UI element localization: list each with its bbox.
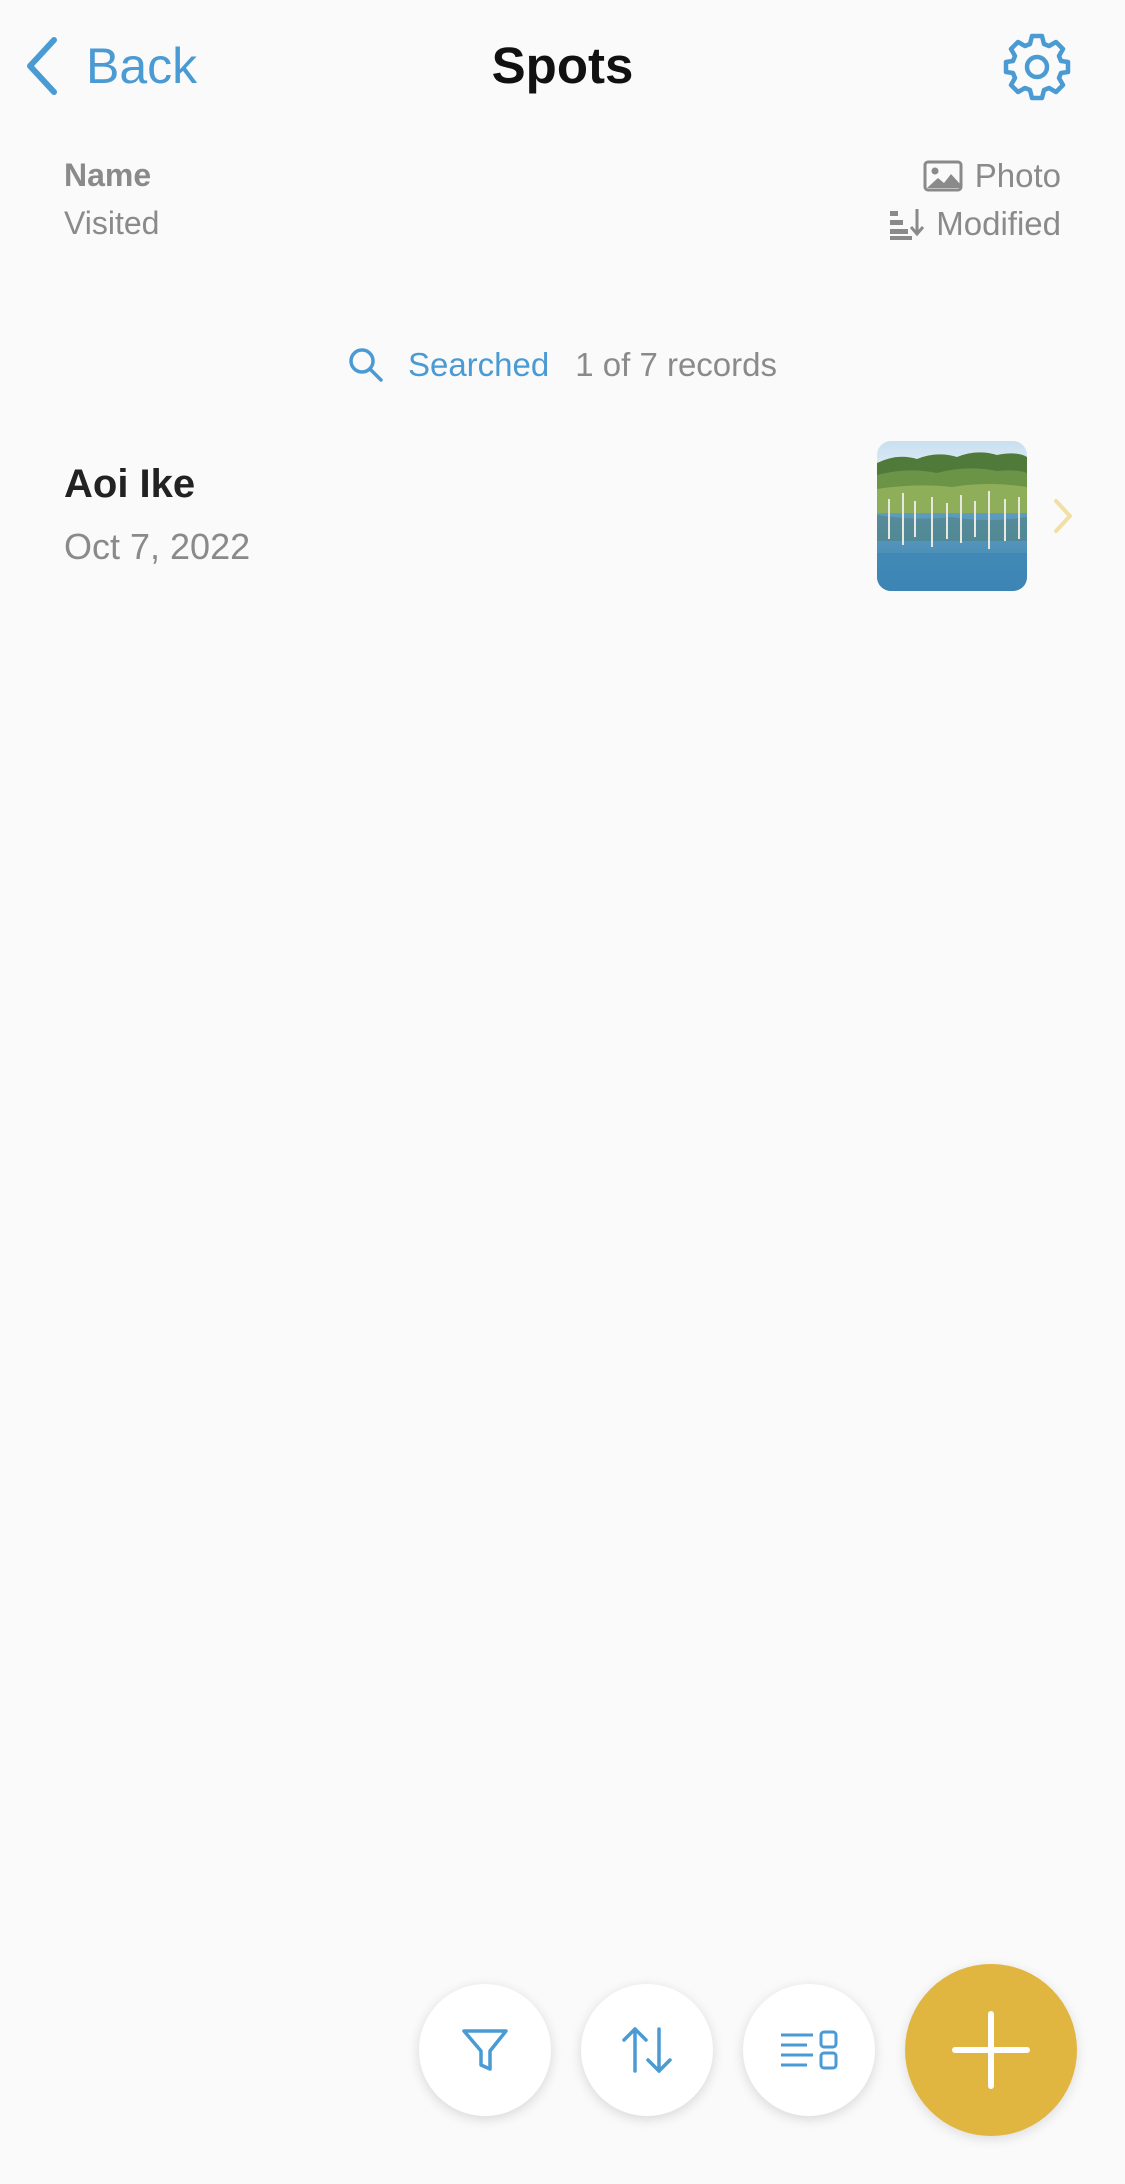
photo-field-label: Photo	[974, 157, 1061, 194]
record-date: Oct 7, 2022	[64, 526, 251, 567]
chevron-right-icon	[1054, 499, 1072, 533]
plus-icon	[952, 2011, 1030, 2089]
secondary-field-label: Visited	[64, 205, 160, 241]
layout-button[interactable]	[743, 1984, 875, 2116]
add-record-button[interactable]	[905, 1964, 1077, 2136]
lake-photo	[877, 441, 1027, 591]
record-photo-thumbnail	[877, 441, 1027, 591]
list-item[interactable]: Aoi Ike Oct 7, 2022	[0, 438, 1125, 596]
display-fields-right: Photo Modified	[888, 152, 1061, 248]
primary-field-label: Name	[64, 157, 152, 193]
filter-button[interactable]	[419, 1984, 551, 2116]
photo-field: Photo	[888, 152, 1061, 200]
settings-button[interactable]	[1001, 31, 1073, 103]
record-name: Aoi Ike	[64, 462, 196, 506]
search-icon	[349, 348, 383, 382]
display-fields-left: Name Visited	[64, 152, 159, 248]
record-count: 1 of 7 records	[575, 346, 778, 383]
filter-icon	[462, 2029, 508, 2071]
navigation-bar: Back Spots	[0, 0, 1125, 135]
image-icon	[923, 160, 963, 192]
searched-label[interactable]: Searched	[408, 346, 549, 384]
sort-descending-icon	[890, 209, 925, 240]
layout-icon	[781, 2030, 838, 2070]
sort-field: Modified	[888, 200, 1061, 248]
sort-button[interactable]	[581, 1984, 713, 2116]
page-title: Spots	[491, 37, 634, 94]
gear-icon	[1003, 33, 1071, 101]
search-status-bar: Searched 1 of 7 records	[0, 346, 1125, 384]
sort-icon	[622, 2027, 672, 2073]
sort-field-label: Modified	[936, 205, 1061, 242]
